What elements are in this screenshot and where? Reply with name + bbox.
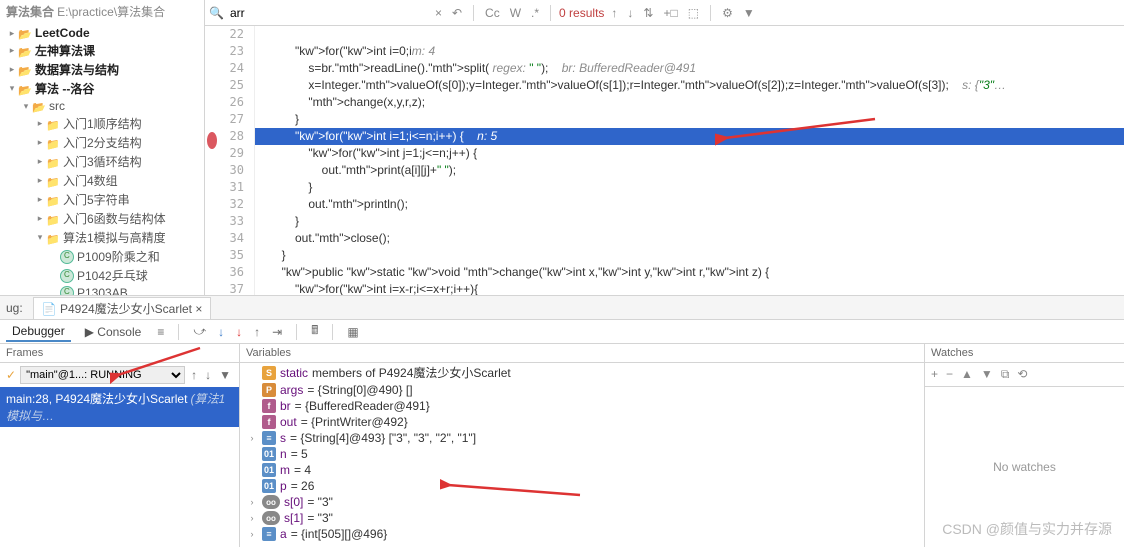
remove-watch-icon[interactable]: − bbox=[946, 367, 953, 382]
watermark: CSDN @颜值与实力并存源 bbox=[942, 519, 1112, 539]
debug-run-tab[interactable]: 📄 P4924魔法少女小Scarlet × bbox=[33, 297, 212, 319]
add-sel-icon[interactable]: +□ bbox=[660, 6, 680, 20]
watches-pane: Watches + − ▲ ▼ ⧉ ⟲ No watches bbox=[924, 344, 1124, 547]
tree-item[interactable]: ▸入门2分支结构 bbox=[0, 133, 204, 152]
search-icon: 🔍 bbox=[209, 6, 224, 20]
tree-item[interactable]: ▸LeetCode bbox=[0, 25, 204, 41]
variable-row[interactable]: P args = {String[0]@490} [] bbox=[240, 382, 924, 398]
settings-icon[interactable]: ⚙ bbox=[719, 6, 736, 20]
variable-row[interactable]: ›≡ s = {String[4]@493} ["3", "3", "2", "… bbox=[240, 430, 924, 446]
tree-item[interactable]: ▸入门4数组 bbox=[0, 171, 204, 190]
step-into-icon[interactable]: ↓ bbox=[216, 323, 226, 341]
sel-all-icon[interactable]: ⬚ bbox=[685, 6, 702, 20]
variable-row[interactable]: f out = {PrintWriter@492} bbox=[240, 414, 924, 430]
tree-item[interactable]: ▸左神算法课 bbox=[0, 41, 204, 60]
code-editor[interactable]: 22232425262728293031323334353637 "kw">fo… bbox=[205, 26, 1124, 295]
select-icon[interactable]: ⇅ bbox=[640, 6, 656, 20]
variable-row[interactable]: ›oo s[1] = "3" bbox=[240, 510, 924, 526]
match-case-button[interactable]: Cc bbox=[482, 6, 503, 20]
add-watch-icon[interactable]: + bbox=[931, 367, 938, 382]
layout-icon[interactable]: ▦ bbox=[345, 323, 360, 341]
find-results: 0 results bbox=[559, 6, 604, 20]
tree-item[interactable]: P1042乒乓球 bbox=[0, 266, 204, 285]
link-watch-icon[interactable]: ⟲ bbox=[1017, 367, 1027, 382]
tab-debugger[interactable]: Debugger bbox=[6, 322, 71, 342]
debug-label: ug: bbox=[6, 301, 23, 315]
regex-button[interactable]: .* bbox=[528, 6, 542, 20]
tree-item[interactable]: ▸入门3循环结构 bbox=[0, 152, 204, 171]
variable-row[interactable]: 01 n = 5 bbox=[240, 446, 924, 462]
tab-console[interactable]: ▶ Console bbox=[79, 323, 148, 341]
tree-item[interactable]: ▸入门1顺序结构 bbox=[0, 114, 204, 133]
watches-title: Watches bbox=[925, 344, 1124, 363]
force-step-icon[interactable]: ↓ bbox=[234, 323, 244, 341]
variables-title: Variables bbox=[240, 344, 924, 363]
find-input[interactable] bbox=[228, 4, 428, 22]
find-bar: 🔍 × ↶ Cc W .* 0 results ↑ ↓ ⇅ +□ ⬚ ⚙ ▼ bbox=[205, 0, 1124, 26]
step-over-icon[interactable]: ⤻ bbox=[191, 322, 208, 341]
filter-icon[interactable]: ▼ bbox=[740, 6, 758, 20]
frames-pane: Frames ✓ "main"@1...: RUNNING ↑ ↓ ▼ main… bbox=[0, 344, 240, 547]
variable-row[interactable]: ›≡ a = {int[505][]@496} bbox=[240, 526, 924, 542]
variable-row[interactable]: S static members of P4924魔法少女小Scarlet bbox=[240, 363, 924, 382]
debugger-toolbar: Debugger ▶ Console ≡ ⤻ ↓ ↓ ↑ ⇥ 🖩 ▦ bbox=[0, 320, 1124, 344]
debug-tab-bar: ug: 📄 P4924魔法少女小Scarlet × bbox=[0, 295, 1124, 319]
up-icon[interactable]: ↑ bbox=[608, 6, 620, 20]
tree-item[interactable]: ▸入门6函数与结构体 bbox=[0, 209, 204, 228]
tree-item[interactable]: P1009阶乘之和 bbox=[0, 247, 204, 266]
words-button[interactable]: W bbox=[507, 6, 524, 20]
tree-item[interactable]: ▸数据算法与结构 bbox=[0, 60, 204, 79]
tree-item[interactable]: ▾src bbox=[0, 98, 204, 114]
evaluate-icon[interactable]: 🖩 bbox=[309, 319, 320, 344]
prev-icon[interactable]: ↶ bbox=[449, 6, 465, 20]
variables-pane: Variables S static members of P4924魔法少女小… bbox=[240, 344, 924, 547]
tree-item[interactable]: ▾算法 --洛谷 bbox=[0, 79, 204, 98]
down-icon[interactable]: ↓ bbox=[624, 6, 636, 20]
variable-row[interactable]: f br = {BufferedReader@491} bbox=[240, 398, 924, 414]
up-watch-icon[interactable]: ▲ bbox=[961, 367, 973, 382]
threads-icon[interactable]: ≡ bbox=[155, 323, 166, 341]
project-path: 算法集合 E:\practice\算法集合 bbox=[0, 0, 204, 23]
tree-item[interactable]: ▸入门5字符串 bbox=[0, 190, 204, 209]
frame-filter-icon[interactable]: ▼ bbox=[217, 366, 233, 384]
project-tree: 算法集合 E:\practice\算法集合 ▸LeetCode▸左神算法课▸数据… bbox=[0, 0, 205, 295]
close-find-icon[interactable]: × bbox=[432, 6, 445, 20]
copy-watch-icon[interactable]: ⧉ bbox=[1001, 367, 1010, 382]
down-watch-icon[interactable]: ▼ bbox=[981, 367, 993, 382]
run-to-icon[interactable]: ⇥ bbox=[270, 323, 284, 341]
tree-item[interactable]: ▾算法1模拟与高精度 bbox=[0, 228, 204, 247]
tree-item[interactable]: P1303AB bbox=[0, 285, 204, 295]
stack-frame[interactable]: main:28, P4924魔法少女小Scarlet (算法1模拟与… bbox=[0, 387, 239, 427]
step-out-icon[interactable]: ↑ bbox=[252, 323, 262, 341]
